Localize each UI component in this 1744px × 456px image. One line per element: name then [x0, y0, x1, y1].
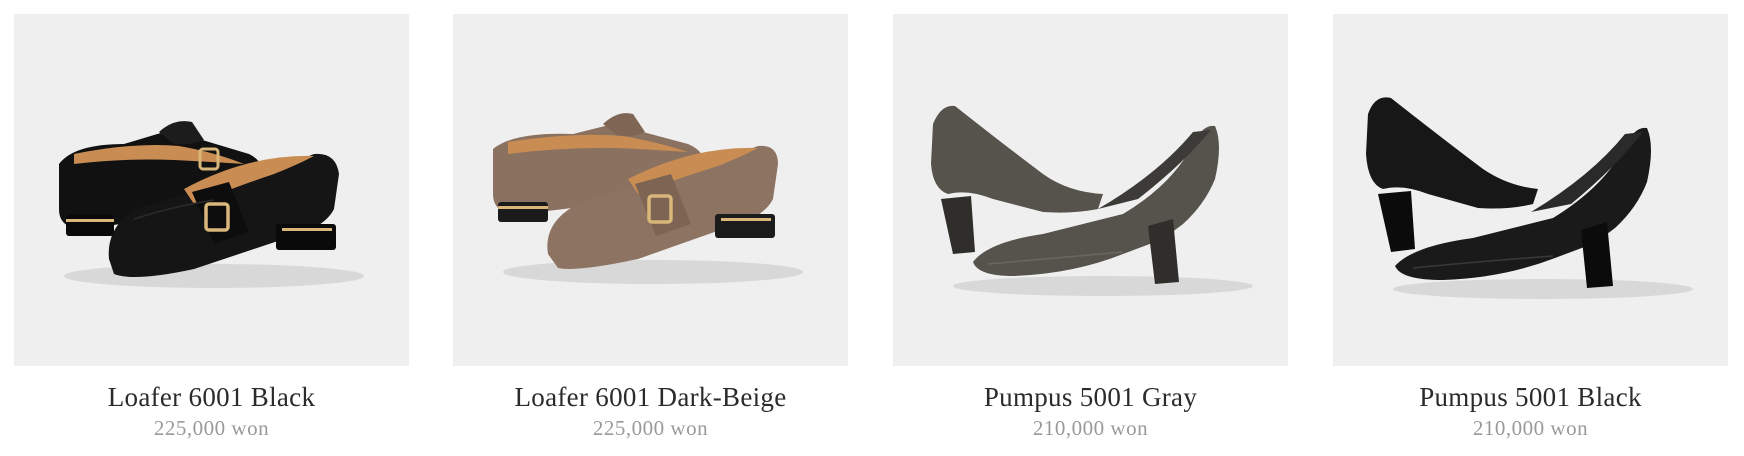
- product-name[interactable]: Pumpus 5001 Gray: [893, 381, 1288, 413]
- product-price: 210,000 won: [1472, 416, 1589, 440]
- product-image[interactable]: [893, 14, 1288, 366]
- product-card[interactable]: Pumpus 5001 Black 210,000 won: [1333, 14, 1728, 441]
- product-name[interactable]: Loafer 6001 Dark-Beige: [453, 381, 848, 413]
- product-price: 210,000 won: [1032, 416, 1149, 440]
- product-image[interactable]: [453, 14, 848, 366]
- product-name[interactable]: Loafer 6001 Black: [14, 381, 409, 413]
- product-name[interactable]: Pumpus 5001 Black: [1333, 381, 1728, 413]
- loafer-shoe-illustration: [59, 121, 364, 288]
- pump-shoe-illustration: [931, 105, 1253, 296]
- product-card[interactable]: Loafer 6001 Dark-Beige 225,000 won: [453, 14, 848, 441]
- product-image[interactable]: [14, 14, 409, 366]
- product-card[interactable]: Loafer 6001 Black 225,000 won: [14, 14, 409, 441]
- product-price: 225,000 won: [153, 416, 270, 440]
- pump-shoe-illustration: [1366, 97, 1693, 299]
- product-image[interactable]: [1333, 14, 1728, 366]
- product-price: 225,000 won: [592, 416, 709, 440]
- loafer-shoe-illustration: [493, 113, 803, 284]
- product-grid: Loafer 6001 Black 225,000 won Loafer 600…: [0, 0, 1744, 456]
- product-card[interactable]: Pumpus 5001 Gray 210,000 won: [893, 14, 1288, 441]
